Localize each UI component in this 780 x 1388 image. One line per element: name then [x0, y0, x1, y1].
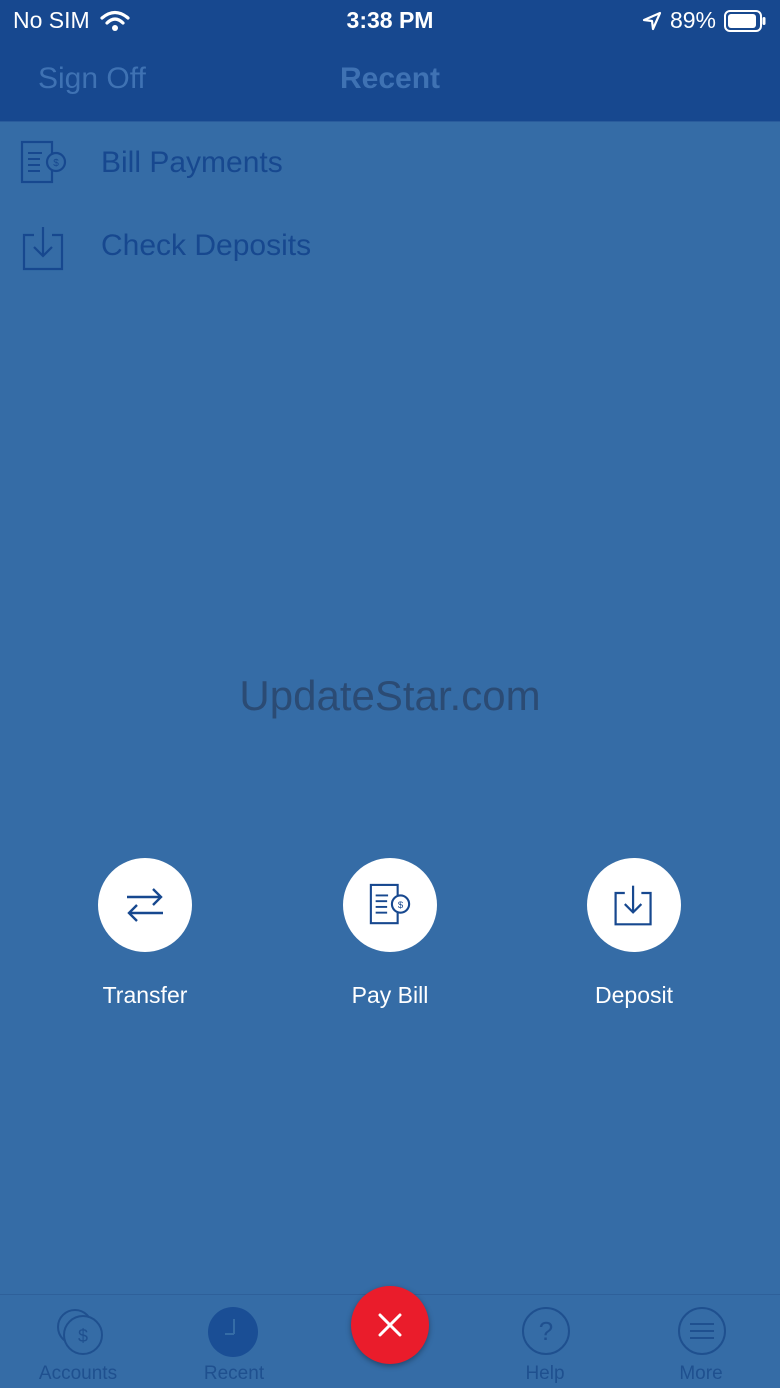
tab-recent[interactable]: Recent — [174, 1295, 294, 1388]
bill-icon: $ — [20, 140, 67, 184]
tab-label: Help — [525, 1363, 565, 1384]
deposit-circle[interactable] — [587, 858, 681, 952]
pay-bill-button[interactable]: $ Pay Bill — [290, 858, 490, 1009]
quick-actions: Transfer $ Pay Bill Deposit — [0, 858, 780, 1018]
nav-bar: Sign Off Recent — [0, 40, 780, 122]
clock-icon — [208, 1307, 258, 1357]
dollar-coins-icon: $ — [57, 1309, 103, 1355]
battery-percent: 89% — [669, 7, 716, 33]
watermark-text: UpdateStar.com — [239, 672, 541, 719]
close-icon — [378, 1313, 402, 1337]
status-right: 89% — [642, 7, 766, 34]
status-bar: No SIM 3:38 PM 89% — [0, 0, 780, 40]
transfer-circle[interactable] — [98, 858, 192, 952]
battery-icon — [724, 9, 766, 32]
tab-help[interactable]: ? Help — [485, 1295, 605, 1388]
tab-accounts[interactable]: $ Accounts — [18, 1295, 138, 1388]
tab-more[interactable]: More — [641, 1295, 761, 1388]
menu-icon — [678, 1307, 726, 1355]
recent-list: $ Bill Payments Check Deposits — [0, 122, 780, 288]
svg-text:?: ? — [539, 1316, 553, 1346]
question-icon: ? — [522, 1307, 570, 1355]
deposit-icon — [22, 227, 64, 271]
list-item-bill-payments[interactable]: $ Bill Payments — [0, 122, 780, 205]
svg-text:$: $ — [78, 1326, 88, 1346]
page-title: Recent — [339, 62, 441, 95]
pay-bill-circle[interactable]: $ — [343, 858, 437, 952]
location-arrow-icon — [642, 11, 662, 30]
tab-label: Accounts — [38, 1363, 118, 1384]
transfer-label: Transfer — [102, 982, 188, 1008]
deposit-button[interactable]: Deposit — [534, 858, 734, 1009]
svg-text:$: $ — [398, 900, 404, 911]
bill-icon: $ — [369, 883, 411, 925]
transfer-icon — [127, 888, 163, 922]
list-item-label: Check Deposits — [101, 229, 312, 262]
list-item-label: Bill Payments — [101, 146, 283, 179]
tab-label: Recent — [203, 1363, 265, 1384]
list-item-check-deposits[interactable]: Check Deposits — [0, 205, 780, 288]
close-button[interactable] — [351, 1286, 429, 1364]
tab-label: More — [679, 1363, 723, 1384]
deposit-label: Deposit — [595, 982, 673, 1008]
svg-text:$: $ — [53, 158, 59, 169]
pay-bill-label: Pay Bill — [351, 982, 429, 1008]
transfer-button[interactable]: Transfer — [45, 858, 245, 1009]
deposit-icon — [614, 885, 652, 926]
